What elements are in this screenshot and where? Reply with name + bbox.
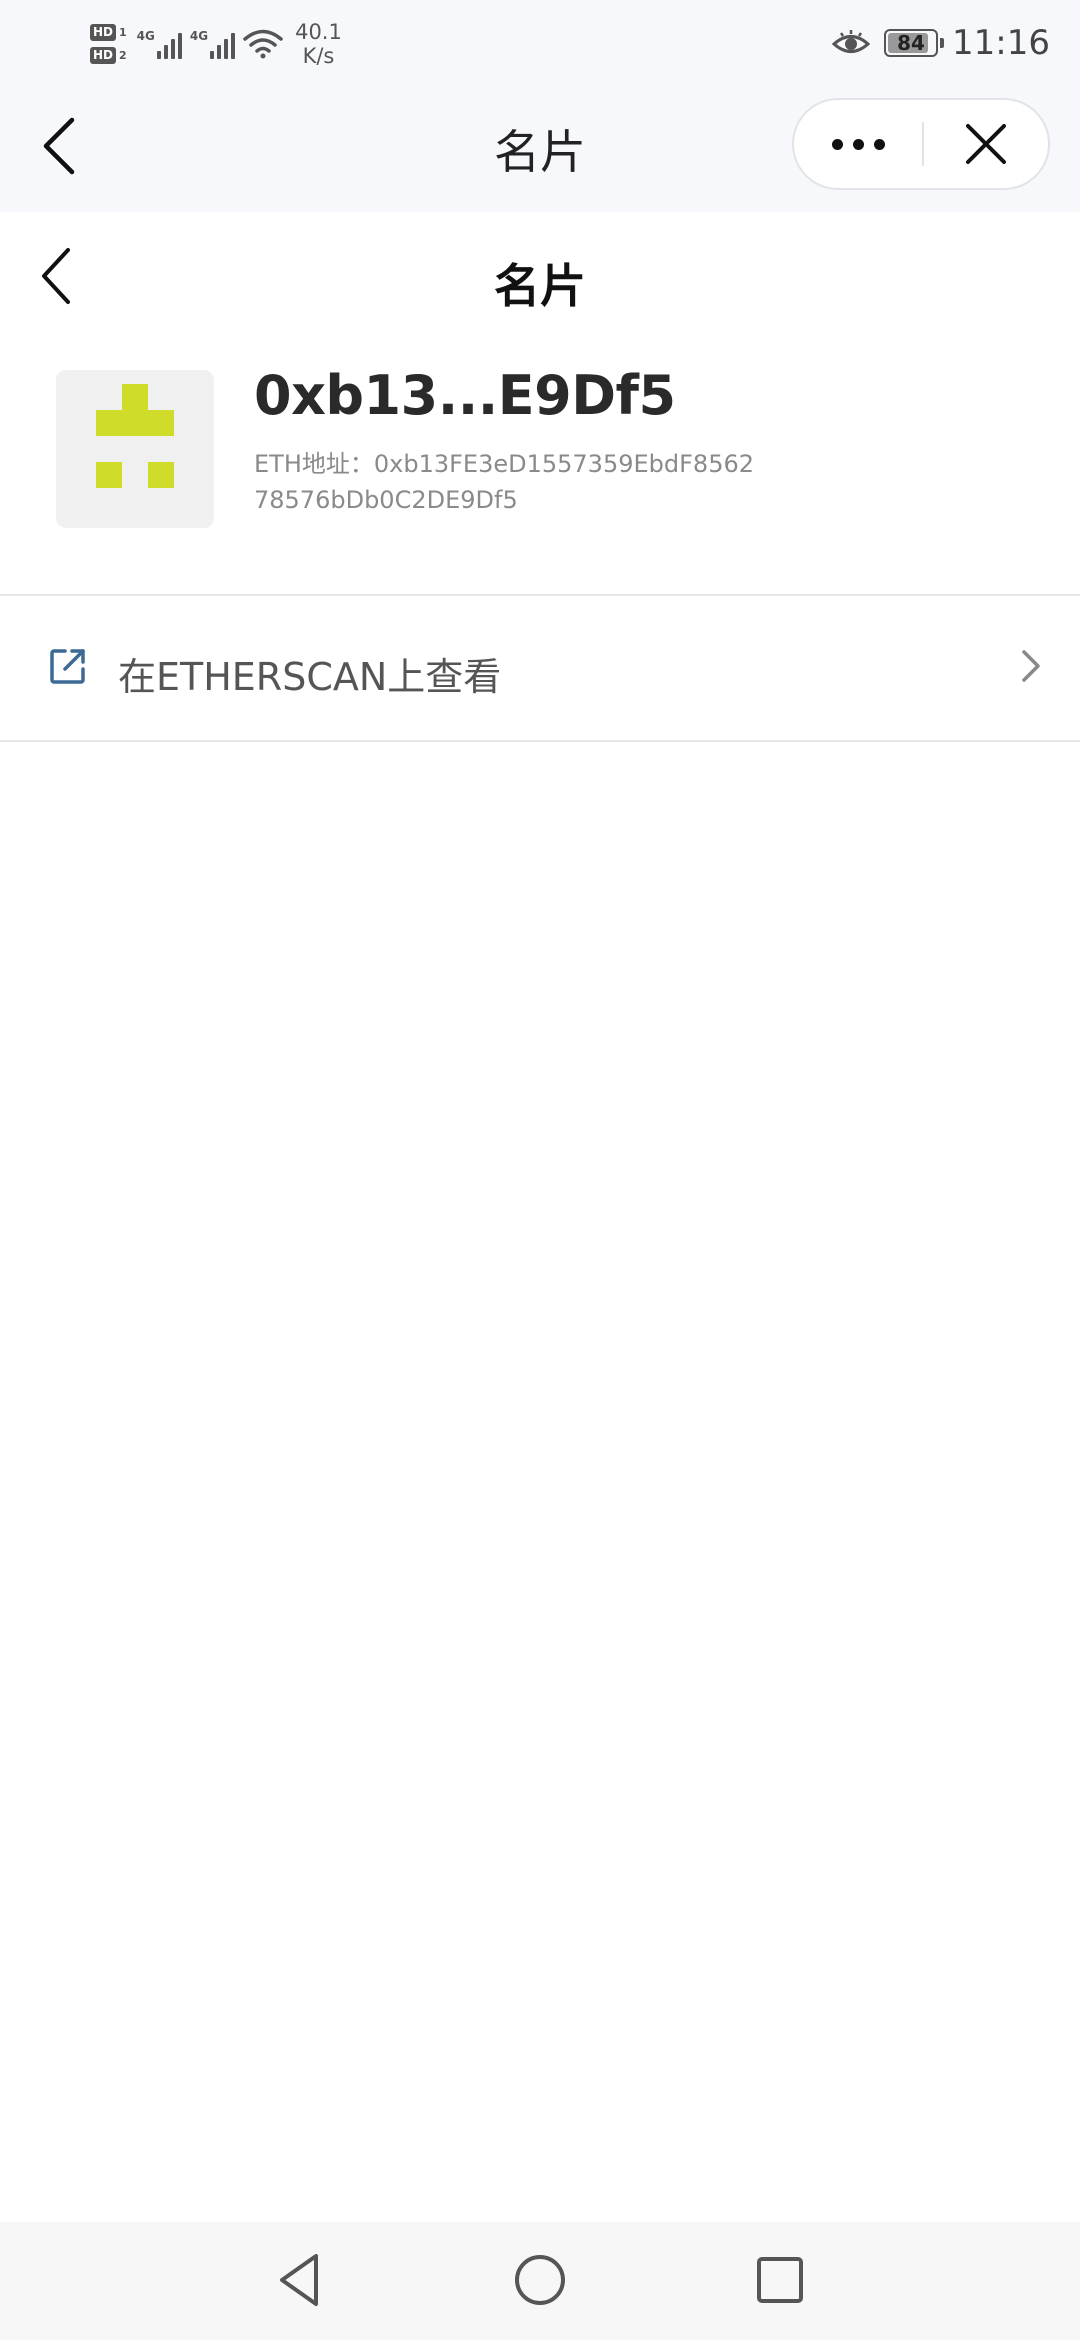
sim2-badge: HD 2	[90, 47, 127, 64]
sim-indicators: HD 1 HD 2	[90, 24, 127, 64]
triangle-back-icon	[280, 2254, 318, 2306]
hd-label: HD	[90, 47, 117, 64]
speed-value: 40.1	[295, 20, 342, 44]
circle-home-icon	[515, 2255, 565, 2305]
signal-bars-icon	[210, 29, 236, 59]
avatar	[56, 370, 214, 528]
nav-recents-button[interactable]	[748, 2248, 812, 2312]
battery-level: 84	[897, 31, 925, 55]
eth-address: ETH地址：0xb13FE3eD1557359EbdF856278576bDb0…	[254, 450, 755, 514]
external-link-icon	[50, 649, 85, 684]
status-right: 84 11:16	[832, 18, 1050, 68]
network-speed: 40.1 K/s	[295, 20, 342, 68]
sim-index: 1	[119, 26, 127, 39]
screen: HD 1 HD 2 4G 4G 40.1 K/s 84 11:16 名片 名片 …	[0, 0, 1080, 2340]
app-header: 名片	[0, 84, 1080, 212]
account-name: 0xb13...E9Df5	[254, 364, 676, 427]
sim-index: 2	[119, 49, 127, 62]
network-type: 4G	[136, 29, 155, 43]
signal-1: 4G	[137, 29, 182, 59]
status-bar: HD 1 HD 2 4G 4G 40.1 K/s 84 11:16	[0, 0, 1080, 84]
wifi-icon	[243, 29, 283, 59]
signal-bars-icon	[156, 29, 182, 59]
clock: 11:16	[952, 23, 1050, 63]
square-recents-icon	[757, 2257, 803, 2303]
link-label: 在ETHERSCAN上查看	[118, 655, 502, 699]
page-title: 名片	[494, 259, 586, 313]
status-left: HD 1 HD 2 4G 4G 40.1 K/s	[90, 14, 342, 74]
view-on-etherscan-link[interactable]: 在ETHERSCAN上查看	[0, 596, 1080, 742]
page-header: 名片	[0, 212, 1080, 342]
chevron-right-icon	[1022, 650, 1040, 682]
profile-card: 0xb13...E9Df5 ETH地址：0xb13FE3eD1557359Ebd…	[0, 342, 1080, 596]
more-button[interactable]	[794, 100, 922, 188]
nav-back-button[interactable]	[270, 2248, 334, 2312]
system-nav-bar	[0, 2222, 1080, 2340]
close-button[interactable]	[924, 100, 1048, 188]
network-type: 4G	[189, 29, 209, 43]
capsule-menu	[792, 98, 1050, 190]
nav-home-button[interactable]	[508, 2248, 572, 2312]
dot-icon	[852, 138, 864, 150]
sim1-badge: HD 1	[90, 24, 127, 41]
close-icon	[966, 124, 1006, 164]
battery-icon: 84	[884, 29, 945, 57]
hd-label: HD	[90, 24, 117, 41]
signal-2: 4G	[189, 29, 236, 59]
dot-icon	[873, 138, 885, 150]
speed-unit: K/s	[302, 44, 335, 68]
eye-comfort-icon	[832, 30, 871, 53]
dot-icon	[831, 138, 843, 150]
